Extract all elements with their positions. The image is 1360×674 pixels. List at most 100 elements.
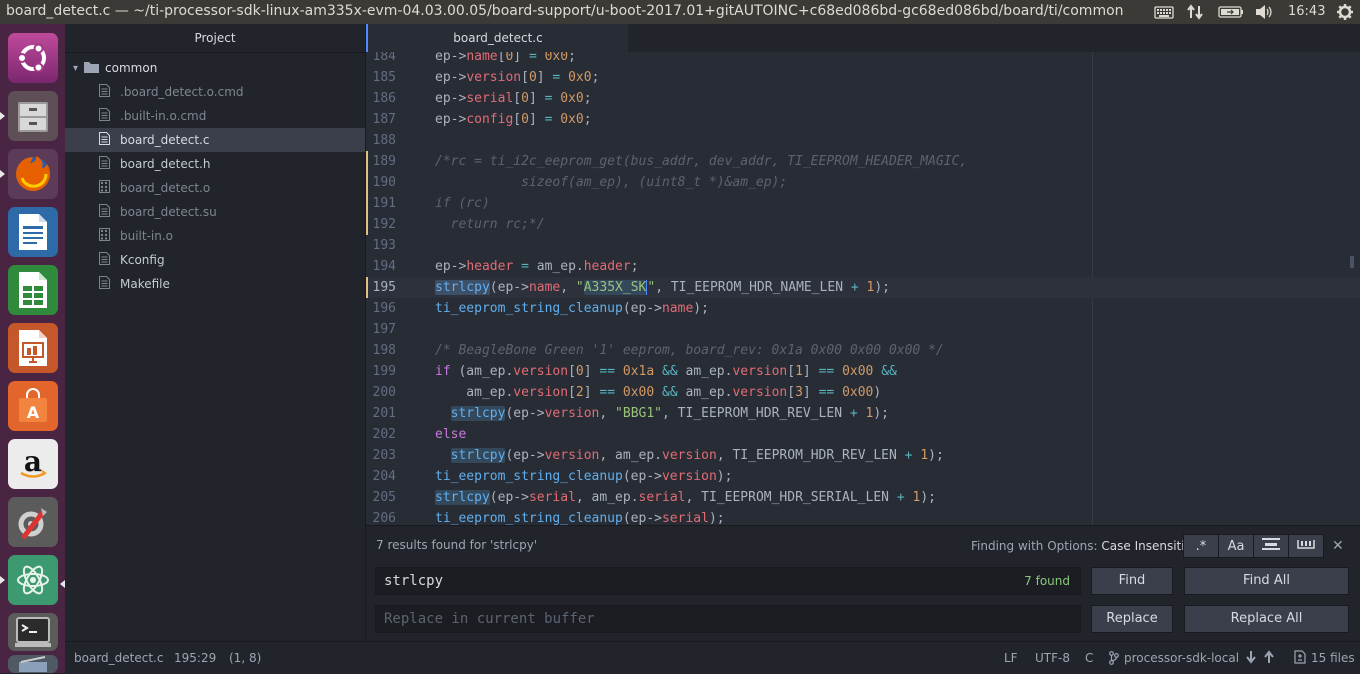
system-settings-icon[interactable]: [8, 497, 58, 547]
libreoffice-writer-icon[interactable]: [8, 207, 58, 257]
tree-file-label: board_detect.c: [120, 133, 210, 147]
code-line[interactable]: else: [435, 424, 466, 445]
code-line[interactable]: ep->header = am_ep.header;: [435, 256, 639, 277]
status-encoding[interactable]: UTF-8: [1035, 651, 1070, 665]
status-branch[interactable]: processor-sdk-local: [1124, 651, 1239, 665]
line-number[interactable]: 186: [366, 88, 426, 109]
find-replace-panel: 7 results found for 'strlcpy' Finding wi…: [366, 525, 1360, 642]
code-line[interactable]: strlcpy(ep->serial, am_ep.serial, TI_EEP…: [435, 487, 936, 508]
tree-file-item[interactable]: built-in.o: [65, 224, 365, 248]
code-line[interactable]: /*rc = ti_i2c_eeprom_get(bus_addr, dev_a…: [435, 151, 967, 172]
code-line[interactable]: ep->version[0] = 0x0;: [435, 67, 599, 88]
line-number[interactable]: 206: [366, 508, 426, 525]
find-button[interactable]: Find: [1091, 567, 1173, 595]
find-input[interactable]: strlcpy 7 found: [375, 567, 1081, 595]
line-number[interactable]: 184: [366, 52, 426, 67]
code-line[interactable]: ep->name[0] = 0x0;: [435, 52, 576, 67]
whole-word-toggle[interactable]: [1288, 534, 1324, 558]
status-file[interactable]: board_detect.c: [74, 651, 163, 665]
regex-icon: .*: [1195, 538, 1207, 554]
line-number[interactable]: 203: [366, 445, 426, 466]
code-line[interactable]: am_ep.version[2] == 0x00 && am_ep.versio…: [435, 382, 881, 403]
line-number[interactable]: 185: [366, 67, 426, 88]
line-number[interactable]: 188: [366, 130, 426, 151]
scrollbar-thumb[interactable]: [1350, 256, 1354, 268]
tree-folder-common[interactable]: ▾ common: [65, 56, 365, 80]
code-line[interactable]: /* BeagleBone Green '1' eeprom, board_re…: [435, 340, 944, 361]
replace-input[interactable]: Replace in current buffer: [375, 605, 1081, 633]
line-number[interactable]: 191: [366, 193, 426, 214]
tree-file-item[interactable]: .board_detect.o.cmd: [65, 80, 365, 104]
in-selection-toggle[interactable]: [1253, 534, 1289, 558]
line-number[interactable]: 197: [366, 319, 426, 340]
code-line[interactable]: ti_eeprom_string_cleanup(ep->serial);: [435, 508, 725, 525]
close-icon[interactable]: ✕: [1332, 538, 1344, 554]
line-number[interactable]: 195: [366, 277, 426, 298]
code-line[interactable]: strlcpy(ep->version, am_ep.version, TI_E…: [435, 445, 944, 466]
line-number[interactable]: 187: [366, 109, 426, 130]
libreoffice-impress-icon[interactable]: [8, 323, 58, 373]
status-cursor[interactable]: 195:29: [174, 651, 216, 665]
line-number[interactable]: 190: [366, 172, 426, 193]
code-editor[interactable]: 184 ep->name[0] = 0x0; 185 ep->version[0] =…: [366, 52, 1360, 525]
line-number[interactable]: 189: [366, 151, 426, 172]
libreoffice-calc-icon[interactable]: [8, 265, 58, 315]
terminal-icon[interactable]: [8, 613, 58, 651]
tab-board-detect-c[interactable]: board_detect.c: [366, 24, 628, 52]
replace-button[interactable]: Replace: [1091, 605, 1173, 633]
fetch-down-icon[interactable]: [1245, 650, 1257, 667]
tree-file-item[interactable]: Kconfig: [65, 248, 365, 272]
code-line[interactable]: return rc;*/: [435, 214, 545, 235]
line-number[interactable]: 192: [366, 214, 426, 235]
ubuntu-dash-icon[interactable]: [8, 33, 58, 83]
status-grammar[interactable]: C: [1085, 651, 1093, 665]
keyboard-icon[interactable]: [1153, 0, 1175, 24]
code-line[interactable]: if (am_ep.version[0] == 0x1a && am_ep.ve…: [435, 361, 897, 382]
ubuntu-software-icon[interactable]: A: [8, 381, 58, 431]
gear-icon[interactable]: [1334, 0, 1356, 24]
tree-file-item[interactable]: board_detect.c: [65, 128, 365, 152]
push-up-icon[interactable]: [1263, 650, 1275, 667]
line-number[interactable]: 194: [366, 256, 426, 277]
volume-icon[interactable]: [1253, 0, 1275, 24]
tree-file-item[interactable]: board_detect.o: [65, 176, 365, 200]
code-line[interactable]: sizeof(am_ep), (uint8_t *)&am_ep);: [435, 172, 787, 193]
code-line[interactable]: strlcpy(ep->version, "BBG1", TI_EEPROM_H…: [435, 403, 889, 424]
tree-file-item[interactable]: .built-in.o.cmd: [65, 104, 365, 128]
line-number[interactable]: 202: [366, 424, 426, 445]
line-number[interactable]: 201: [366, 403, 426, 424]
status-files[interactable]: 15 files: [1311, 651, 1355, 665]
files-icon[interactable]: [8, 91, 58, 141]
regex-toggle[interactable]: .*: [1183, 534, 1219, 558]
battery-icon[interactable]: [1217, 0, 1245, 24]
tree-file-item[interactable]: board_detect.su: [65, 200, 365, 224]
tree-file-label: Makefile: [120, 277, 170, 291]
amazon-icon[interactable]: a: [8, 439, 58, 489]
code-line[interactable]: strlcpy(ep->name, "A335X_SK", TI_EEPROM_…: [435, 277, 890, 298]
code-line[interactable]: ep->config[0] = 0x0;: [435, 109, 592, 130]
tree-file-item[interactable]: board_detect.h: [65, 152, 365, 176]
network-icon[interactable]: [1185, 0, 1205, 24]
firefox-icon[interactable]: [8, 149, 58, 199]
case-sensitive-toggle[interactable]: Aa: [1218, 534, 1254, 558]
clock[interactable]: 16:43: [1288, 4, 1325, 19]
line-number[interactable]: 199: [366, 361, 426, 382]
code-line[interactable]: ti_eeprom_string_cleanup(ep->version);: [435, 466, 732, 487]
status-selection[interactable]: (1, 8): [229, 651, 261, 665]
line-number[interactable]: 196: [366, 298, 426, 319]
scanner-icon[interactable]: [8, 655, 58, 673]
running-indicator: [0, 170, 5, 178]
line-number[interactable]: 200: [366, 382, 426, 403]
line-number[interactable]: 205: [366, 487, 426, 508]
replace-all-button[interactable]: Replace All: [1184, 605, 1349, 633]
code-line[interactable]: if (rc): [435, 193, 490, 214]
status-line-ending[interactable]: LF: [1004, 651, 1018, 665]
find-all-button[interactable]: Find All: [1184, 567, 1349, 595]
tree-file-item[interactable]: Makefile: [65, 272, 365, 296]
line-number[interactable]: 198: [366, 340, 426, 361]
line-number[interactable]: 204: [366, 466, 426, 487]
line-number[interactable]: 193: [366, 235, 426, 256]
atom-icon[interactable]: [8, 555, 58, 605]
code-line[interactable]: ep->serial[0] = 0x0;: [435, 88, 592, 109]
code-line[interactable]: ti_eeprom_string_cleanup(ep->name);: [435, 298, 709, 319]
